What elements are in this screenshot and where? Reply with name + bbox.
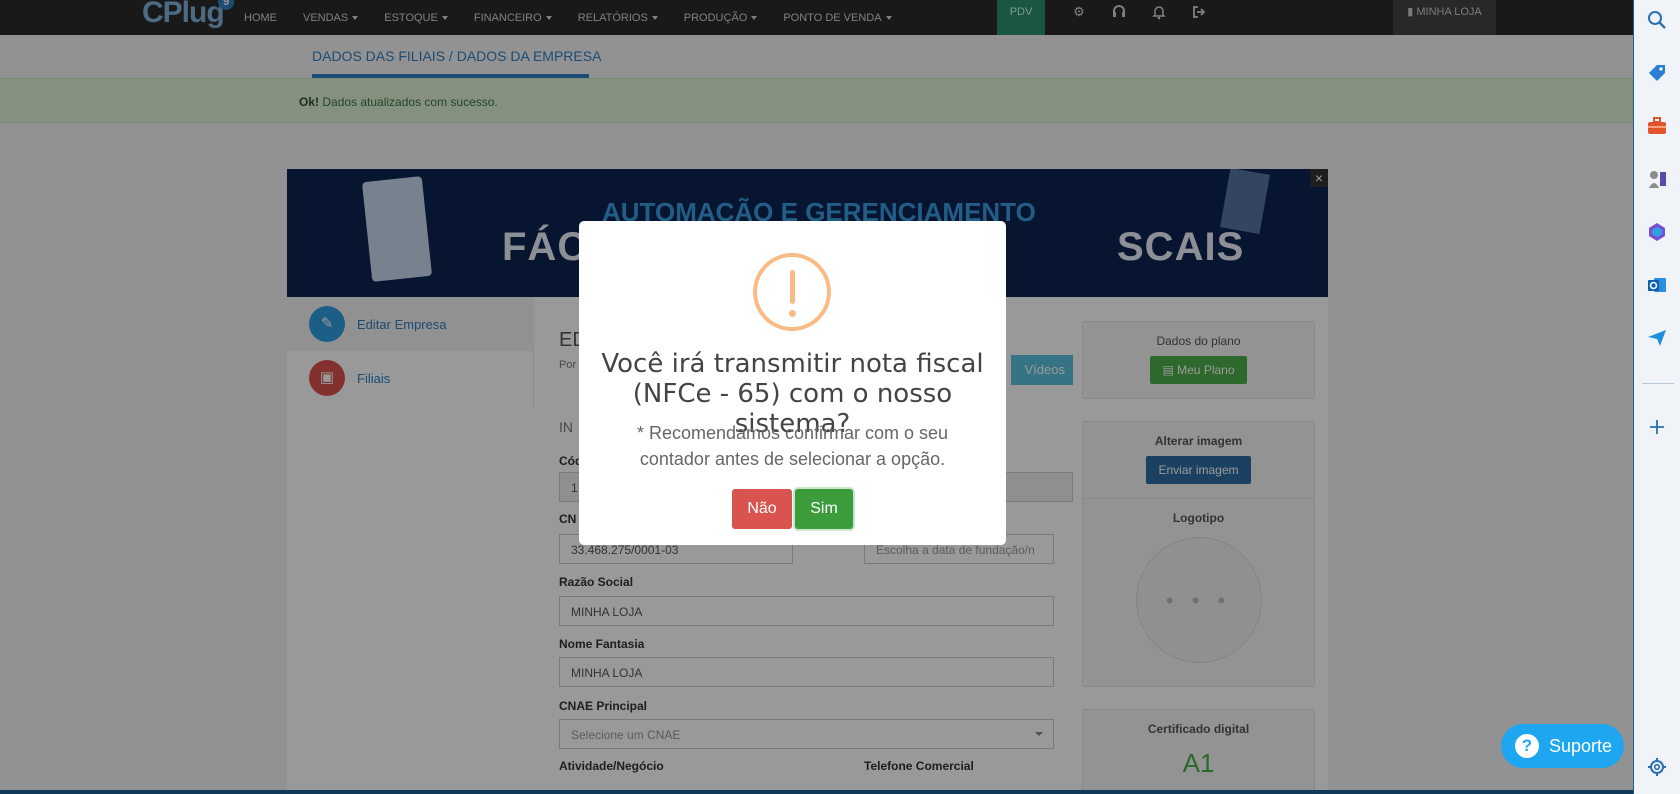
plus-icon[interactable] — [1646, 416, 1668, 438]
nfce-confirm-dialog: Você irá transmitir nota fiscal (NFCe - … — [579, 221, 1006, 545]
nao-button[interactable]: Não — [732, 489, 792, 529]
chess-icon[interactable] — [1646, 168, 1668, 190]
toolbox-icon[interactable] — [1646, 115, 1668, 137]
send-icon[interactable] — [1646, 327, 1668, 349]
dialog-text: * Recomendamos confirmar com o seu conta… — [636, 423, 949, 469]
sim-button[interactable]: Sim — [795, 489, 853, 529]
search-icon[interactable] — [1646, 9, 1668, 31]
copilot-icon[interactable] — [1646, 221, 1668, 243]
tag-icon[interactable] — [1646, 62, 1668, 84]
warning-icon — [753, 253, 831, 331]
outlook-icon[interactable] — [1646, 274, 1668, 296]
settings-icon[interactable] — [1646, 756, 1668, 778]
sidebar-divider — [1642, 383, 1674, 384]
suporte-button[interactable]: ? Suporte — [1501, 724, 1624, 768]
help-icon: ? — [1515, 734, 1539, 758]
right-sidebar — [1633, 0, 1680, 794]
